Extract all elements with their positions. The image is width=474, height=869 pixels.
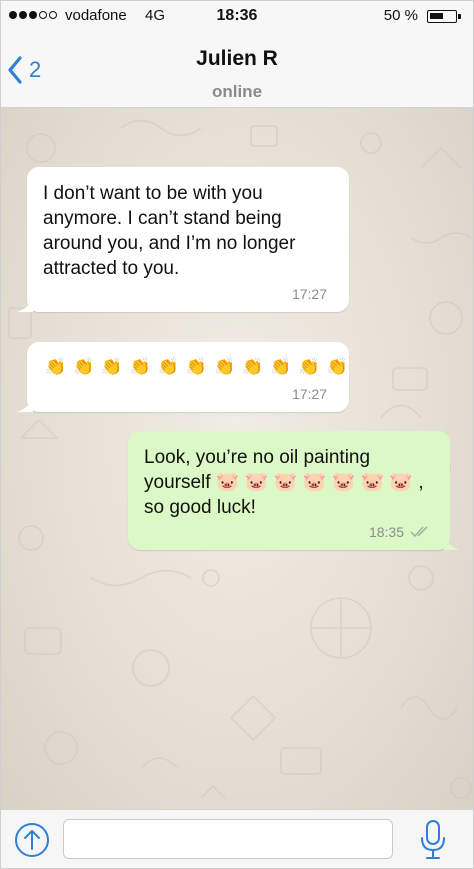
clapping-hands-emoji: 👏	[214, 357, 236, 376]
message-input[interactable]	[63, 819, 393, 859]
clapping-hands-emoji: 👏	[157, 357, 179, 376]
clapping-hands-emoji: 👏	[45, 357, 67, 376]
emoji-row: 👏 👏 👏 👏 👏 👏 👏 👏 👏 👏 👏	[45, 356, 348, 378]
message-composer	[1, 809, 473, 868]
message-line: anymore. I can’t stand being	[43, 208, 282, 229]
message-timestamp: 18:35	[368, 524, 404, 540]
message-line: yourself 🐷 🐷 🐷 🐷 🐷 🐷 🐷 ,	[144, 472, 424, 493]
chat-area[interactable]: I don’t want to be with you anymore. I c…	[1, 108, 473, 809]
message-line: Look, you’re no oil painting	[144, 447, 371, 468]
message-line: I don’t want to be with you	[43, 183, 263, 204]
clapping-hands-emoji: 👏	[326, 357, 348, 376]
clapping-hands-emoji: 👏	[242, 357, 264, 376]
message-timestamp: 17:27	[291, 286, 327, 302]
contact-status: online	[211, 82, 263, 101]
message-line: around you, and I’m no longer	[43, 233, 296, 254]
bubble-tail	[17, 298, 33, 312]
microphone-icon[interactable]	[419, 819, 447, 861]
upload-arrow-icon[interactable]	[14, 822, 50, 858]
message-line: so good luck!	[144, 497, 256, 518]
message-text: I don’t want to be with you anymore. I c…	[43, 181, 295, 281]
battery-level	[430, 13, 443, 19]
outgoing-message-bubble[interactable]: Look, you’re no oil painting yourself 🐷 …	[128, 431, 460, 550]
status-bar: vodafone 4G 18:36 50 %	[1, 1, 473, 33]
battery-percent: 50 %	[383, 7, 418, 24]
chat-header: 2 Julien R online	[1, 33, 473, 108]
message-text: Look, you’re no oil painting yourself 🐷 …	[144, 445, 424, 520]
clapping-hands-emoji: 👏	[129, 357, 151, 376]
double-check-icon	[410, 526, 428, 537]
incoming-message-bubble[interactable]: I don’t want to be with you anymore. I c…	[17, 167, 349, 312]
bubble-tail	[444, 536, 460, 550]
clapping-hands-emoji: 👏	[185, 357, 208, 376]
phone-screen: vodafone 4G 18:36 50 % 2 Julien R online	[0, 0, 474, 869]
clapping-hands-emoji: 👏	[270, 357, 292, 376]
incoming-message-bubble[interactable]: 👏 👏 👏 👏 👏 👏 👏 👏 👏 👏 👏 17:27	[17, 342, 349, 412]
clapping-hands-emoji: 👏	[73, 357, 95, 376]
bubble-tail	[17, 398, 33, 412]
contact-name[interactable]: Julien R	[1, 47, 473, 71]
message-timestamp: 17:27	[291, 386, 327, 402]
message-line: attracted to you.	[43, 258, 180, 279]
clapping-hands-emoji: 👏	[298, 357, 320, 376]
clapping-hands-emoji: 👏	[101, 357, 123, 376]
battery-icon	[427, 10, 461, 23]
